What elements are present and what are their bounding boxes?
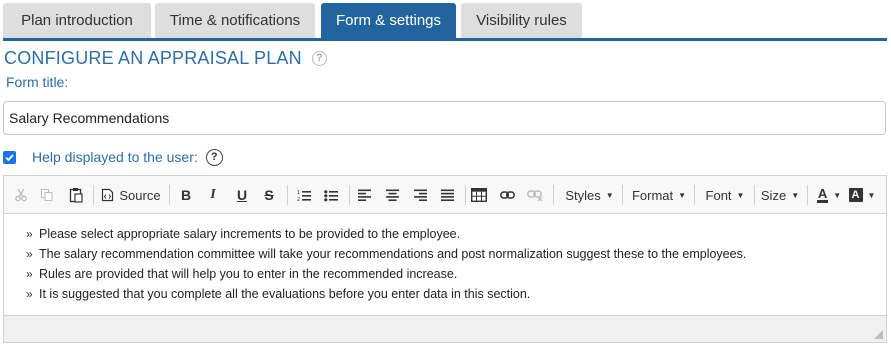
chevron-down-icon: ▼ <box>867 190 876 200</box>
chevron-down-icon: ▼ <box>605 190 614 200</box>
size-label: Size <box>760 187 787 203</box>
list-item-text: It is suggested that you complete all th… <box>39 287 531 301</box>
align-center-icon[interactable] <box>384 185 400 205</box>
paste-icon[interactable] <box>67 185 85 205</box>
tab-underline <box>3 38 887 41</box>
format-dropdown[interactable]: Format ▼ <box>628 185 690 205</box>
unlink-icon[interactable] <box>526 185 544 205</box>
font-label: Font <box>705 187 732 203</box>
bullet-icon: » <box>26 247 33 261</box>
check-icon <box>5 153 14 161</box>
chevron-down-icon: ▼ <box>736 190 745 200</box>
styles-dropdown[interactable]: Styles ▼ <box>562 185 617 205</box>
toolbar-separator <box>754 185 755 205</box>
toolbar-separator <box>349 185 350 205</box>
list-item-text: Please select appropriate salary increme… <box>39 227 461 241</box>
bullet-icon: » <box>26 287 33 301</box>
size-dropdown[interactable]: Size ▼ <box>758 185 802 205</box>
italic-button[interactable]: I <box>204 185 222 205</box>
chevron-down-icon: ▼ <box>833 190 842 200</box>
tab-bar: Plan introduction Time & notifications F… <box>0 0 891 41</box>
copy-icon[interactable] <box>39 185 55 205</box>
list-item: » Please select appropriate salary increm… <box>4 224 886 244</box>
numbered-list-icon[interactable]: 12 <box>295 185 313 205</box>
table-icon[interactable] <box>470 185 488 205</box>
editor-toolbar: Source B I U S 12 Styles ▼ Format ▼ Font… <box>4 176 886 214</box>
svg-text:2: 2 <box>297 197 300 202</box>
source-label: Source <box>119 187 161 203</box>
tab-plan-introduction[interactable]: Plan introduction <box>3 3 151 38</box>
list-item: » It is suggested that you complete all t… <box>4 284 886 304</box>
toolbar-separator <box>553 185 554 205</box>
toolbar-separator <box>807 185 808 205</box>
svg-text:1: 1 <box>297 190 300 196</box>
strikethrough-button[interactable]: S <box>260 185 278 205</box>
text-color-button[interactable]: A ▼ <box>814 185 844 205</box>
source-icon <box>102 188 114 202</box>
page-title: CONFIGURE AN APPRAISAL PLAN <box>4 47 302 68</box>
toolbar-separator <box>622 185 623 205</box>
help-icon[interactable]: ? <box>311 50 327 66</box>
justify-icon[interactable] <box>439 185 455 205</box>
list-item-text: Rules are provided that will help you to… <box>39 267 458 281</box>
bold-button[interactable]: B <box>177 185 195 205</box>
background-color-button[interactable]: A ▼ <box>847 185 877 205</box>
toolbar-separator <box>287 185 288 205</box>
help-info-icon[interactable]: ? <box>205 148 223 166</box>
link-icon[interactable] <box>498 185 516 205</box>
cut-icon[interactable] <box>13 185 29 205</box>
help-label: Help displayed to the user: <box>32 149 198 165</box>
text-color-icon: A <box>816 186 829 203</box>
resize-handle-icon[interactable] <box>874 330 883 339</box>
tab-visibility-rules[interactable]: Visibility rules <box>461 3 582 38</box>
chevron-down-icon: ▼ <box>678 190 687 200</box>
editor-content[interactable]: » Please select appropriate salary increm… <box>4 214 886 315</box>
toolbar-separator <box>93 185 94 205</box>
align-right-icon[interactable] <box>412 185 428 205</box>
help-checkbox[interactable] <box>3 150 16 164</box>
font-dropdown[interactable]: Font ▼ <box>701 185 749 205</box>
form-title-input[interactable] <box>3 101 886 135</box>
toolbar-separator <box>694 185 695 205</box>
chevron-down-icon: ▼ <box>791 190 800 200</box>
form-title-label: Form title: <box>6 74 69 90</box>
tab-time-notifications[interactable]: Time & notifications <box>155 3 315 38</box>
background-color-icon: A <box>848 188 863 202</box>
toolbar-separator <box>465 185 466 205</box>
list-item: » Rules are provided that will help you t… <box>4 264 886 284</box>
help-row: Help displayed to the user: ? <box>3 147 223 167</box>
list-item-text: The salary recommendation committee will… <box>39 247 747 261</box>
bullet-icon: » <box>26 267 33 281</box>
underline-button[interactable]: U <box>233 185 251 205</box>
source-button[interactable]: Source <box>100 185 162 205</box>
bulleted-list-icon[interactable] <box>322 185 340 205</box>
section-title-row: CONFIGURE AN APPRAISAL PLAN ? <box>4 47 327 69</box>
rich-text-editor: Source B I U S 12 Styles ▼ Format ▼ Font… <box>3 175 887 343</box>
align-left-icon[interactable] <box>356 185 372 205</box>
format-label: Format <box>631 187 674 203</box>
bullet-icon: » <box>26 227 33 241</box>
toolbar-separator <box>169 185 170 205</box>
tab-form-settings[interactable]: Form & settings <box>321 3 456 38</box>
list-item: » The salary recommendation committee wil… <box>4 244 886 264</box>
editor-statusbar <box>4 315 886 342</box>
styles-label: Styles <box>565 187 601 203</box>
